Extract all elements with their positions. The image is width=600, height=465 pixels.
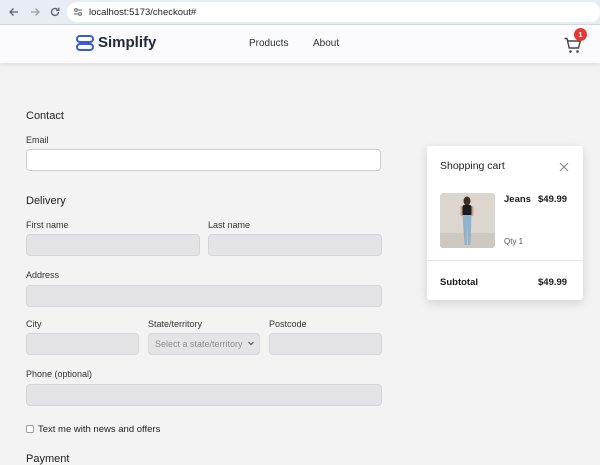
last-name-field[interactable]	[208, 234, 382, 256]
state-select-value: Select a state/territory	[155, 339, 243, 349]
site-settings-icon[interactable]	[73, 7, 83, 17]
contact-heading: Contact	[26, 110, 64, 122]
nav-about-link[interactable]: About	[313, 38, 339, 49]
cart-button[interactable]: 1	[563, 28, 589, 56]
reload-icon[interactable]	[48, 5, 62, 19]
url-text: localhost:5173/checkout#	[89, 6, 197, 18]
logo-icon	[76, 34, 94, 51]
arrow-left-icon[interactable]	[7, 5, 21, 19]
logo-text: Simplify	[98, 34, 157, 51]
phone-field[interactable]	[26, 384, 382, 406]
newsletter-checkbox[interactable]	[26, 425, 34, 433]
product-image	[440, 193, 495, 248]
state-label: State/territory	[148, 319, 203, 329]
app-header: Simplify Products About 1	[0, 25, 600, 63]
nav-products-link[interactable]: Products	[249, 38, 288, 49]
subtotal-label: Subtotal	[440, 277, 478, 288]
logo[interactable]: Simplify	[76, 34, 156, 51]
last-name-label: Last name	[208, 220, 251, 230]
email-label: Email	[26, 135, 49, 145]
arrow-right-icon[interactable]	[28, 5, 42, 19]
first-name-field[interactable]	[26, 234, 200, 256]
chevron-down-icon	[247, 339, 255, 349]
phone-label: Phone (optional)	[26, 369, 93, 379]
state-select[interactable]: Select a state/territory	[148, 333, 260, 355]
address-field[interactable]	[26, 285, 382, 307]
city-label: City	[26, 319, 42, 329]
first-name-label: First name	[26, 220, 69, 230]
email-field[interactable]	[26, 149, 381, 171]
cart-title: Shopping cart	[440, 160, 505, 172]
cart-item-name: Jeans	[504, 194, 531, 205]
delivery-heading: Delivery	[26, 195, 66, 207]
payment-heading: Payment	[26, 453, 70, 465]
postcode-field[interactable]	[269, 333, 382, 355]
cart-count-badge: 1	[574, 28, 587, 41]
cart-item-price: $49.99	[538, 194, 568, 205]
cart-item-qty: Qty 1	[504, 237, 524, 246]
city-field[interactable]	[26, 333, 139, 355]
close-icon[interactable]	[558, 160, 570, 172]
postcode-label: Postcode	[269, 319, 307, 329]
shopping-cart-panel: Shopping cart Jeans $49.99 Qty 1 Subtota…	[427, 146, 583, 300]
browser-toolbar: localhost:5173/checkout#	[0, 0, 600, 25]
subtotal-value: $49.99	[538, 277, 568, 288]
address-bar[interactable]: localhost:5173/checkout#	[67, 2, 600, 22]
newsletter-label: Text me with news and offers	[38, 424, 161, 435]
address-label: Address	[26, 270, 60, 280]
cart-divider	[427, 260, 583, 261]
